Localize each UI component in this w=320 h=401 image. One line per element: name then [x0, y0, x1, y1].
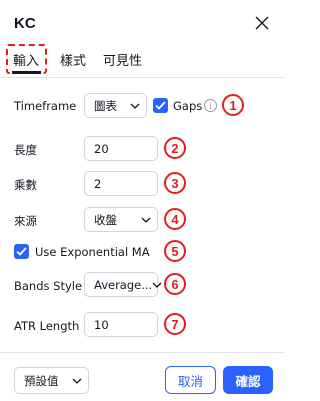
source-select[interactable]: 收盤: [84, 207, 158, 232]
length-input[interactable]: 20: [84, 136, 158, 161]
close-button[interactable]: [252, 13, 272, 33]
close-icon[interactable]: [252, 13, 272, 33]
timeframe-label: Timeframe: [14, 99, 77, 113]
bands-style-select[interactable]: Average...: [84, 272, 162, 297]
multiplier-label: 乘數: [14, 178, 37, 192]
use-exp-ma-label: Use Exponential MA: [35, 245, 150, 259]
annotation-badge-7: 7: [164, 313, 186, 335]
use-exp-ma-checkbox[interactable]: [14, 244, 29, 259]
source-label: 來源: [14, 214, 37, 228]
tab-visibility[interactable]: 可見性: [103, 50, 142, 69]
checkmark-icon: [16, 247, 27, 256]
timeframe-value: 圖表: [94, 98, 117, 113]
source-value: 收盤: [94, 212, 117, 227]
multiplier-input[interactable]: 2: [84, 171, 158, 196]
defaults-dropdown[interactable]: 預設值: [14, 367, 89, 394]
chevron-down-icon: [152, 282, 162, 288]
tab-inputs[interactable]: 輸入: [13, 50, 39, 69]
annotation-badge-1: 1: [222, 94, 244, 116]
timeframe-select[interactable]: 圖表: [84, 93, 147, 118]
chevron-down-icon: [130, 103, 140, 109]
chevron-down-icon: [72, 378, 82, 384]
gaps-label: Gaps: [173, 99, 203, 113]
chevron-down-icon: [141, 217, 151, 223]
dialog-title: KC: [14, 15, 36, 32]
ok-button[interactable]: 確認: [223, 366, 273, 394]
footer-divider: [0, 352, 285, 353]
annotation-badge-5: 5: [164, 240, 186, 262]
tabs-divider: [0, 77, 285, 78]
annotation-badge-2: 2: [164, 137, 186, 159]
gaps-checkbox[interactable]: [153, 98, 168, 113]
annotation-badge-4: 4: [164, 208, 186, 230]
bands-style-label: Bands Style: [14, 279, 83, 293]
length-label: 長度: [14, 143, 37, 157]
info-icon[interactable]: i: [204, 99, 217, 112]
annotation-badge-3: 3: [164, 172, 186, 194]
bands-style-value: Average...: [94, 277, 153, 292]
atr-length-label: ATR Length: [14, 319, 80, 333]
active-tab-underline: [12, 71, 41, 74]
atr-length-input[interactable]: 10: [84, 312, 158, 337]
annotation-badge-6: 6: [164, 273, 186, 295]
cancel-button[interactable]: 取消: [165, 366, 216, 394]
checkmark-icon: [155, 101, 166, 110]
tab-style[interactable]: 樣式: [60, 50, 86, 69]
defaults-label: 預設值: [24, 373, 59, 388]
